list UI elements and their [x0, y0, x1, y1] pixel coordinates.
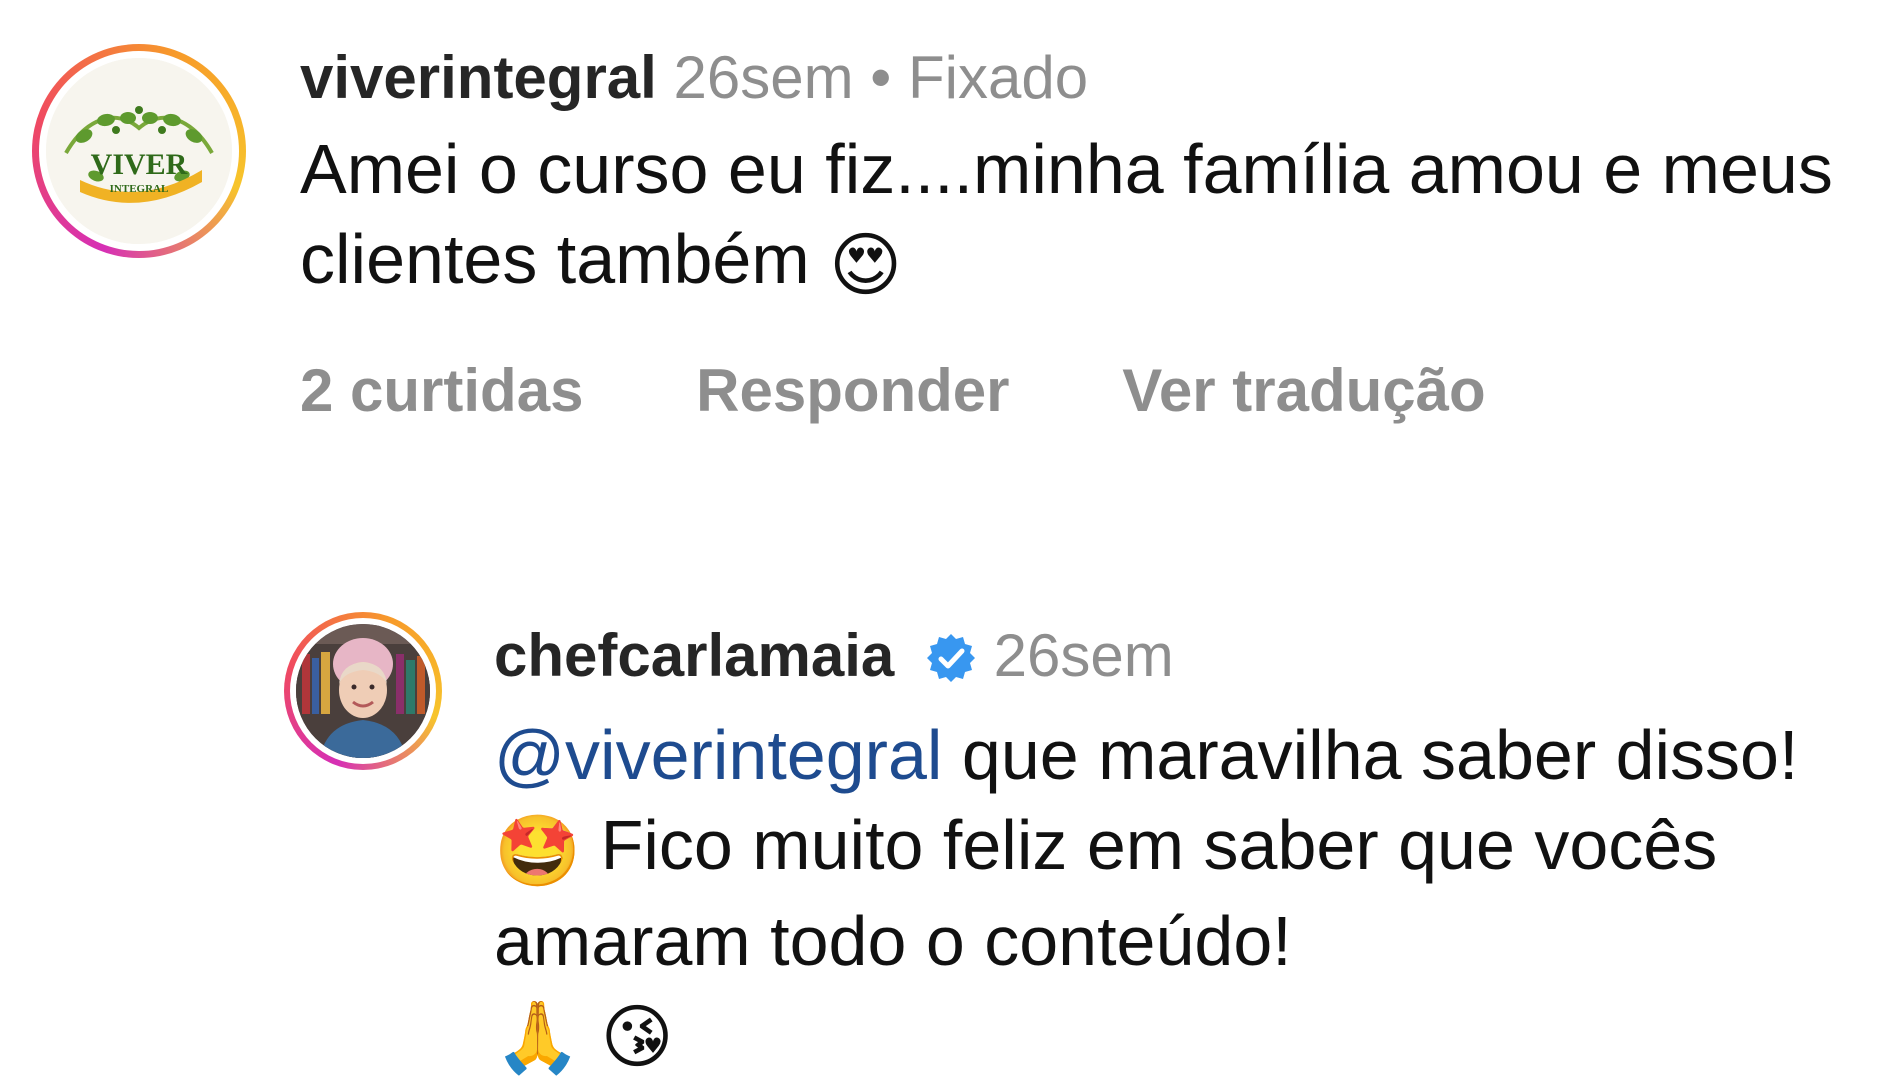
- comment-item: VIVER INTEGRAL viverintegral 26sem • Fix…: [0, 0, 1900, 500]
- comment-body: viverintegral 26sem • Fixado Amei o curs…: [300, 40, 1880, 425]
- avatar-border: VIVER INTEGRAL: [39, 51, 239, 251]
- avatar[interactable]: VIVER INTEGRAL: [46, 58, 232, 244]
- reply-text: @viverintegral que maravilha saber disso…: [494, 710, 1884, 1082]
- reply-text-part2: Fico muito feliz em saber que vocês amar…: [494, 806, 1718, 980]
- reply-button[interactable]: Responder: [696, 357, 1009, 424]
- avatar-story-ring[interactable]: [284, 612, 442, 770]
- comment-header: viverintegral 26sem • Fixado: [300, 40, 1880, 116]
- username[interactable]: viverintegral: [300, 44, 657, 111]
- profile-photo: [296, 624, 430, 758]
- logo-text: VIVER: [91, 148, 188, 181]
- reply-header: chefcarlamaia 26sem: [494, 618, 1884, 702]
- kissing-face-emoji-icon: 😘: [600, 996, 674, 1078]
- likes-count-button[interactable]: 2 curtidas: [300, 357, 583, 424]
- username[interactable]: chefcarlamaia: [494, 622, 894, 689]
- comment-text-content: Amei o curso eu fiz....minha família amo…: [300, 130, 1833, 298]
- avatar-story-ring[interactable]: VIVER INTEGRAL: [32, 44, 246, 258]
- reply-item: chefcarlamaia 26sem @viverintegral que m…: [0, 600, 1900, 1080]
- reply-text-part1: que maravilha saber disso!: [942, 716, 1799, 794]
- verified-badge-icon: [925, 626, 977, 702]
- avatar-border: [290, 618, 436, 764]
- reply-body: chefcarlamaia 26sem @viverintegral que m…: [494, 618, 1884, 1082]
- comment-text: Amei o curso eu fiz....minha família amo…: [300, 124, 1880, 310]
- pinned-label: Fixado: [907, 44, 1089, 111]
- see-translation-button[interactable]: Ver tradução: [1122, 357, 1486, 424]
- timestamp[interactable]: 26sem: [674, 44, 854, 111]
- logo-subtext: INTEGRAL: [110, 183, 169, 195]
- timestamp[interactable]: 26sem: [994, 622, 1174, 689]
- separator-dot: •: [870, 44, 892, 111]
- folded-hands-emoji-icon: 🙏: [494, 996, 582, 1078]
- viver-integral-logo: VIVER INTEGRAL: [46, 58, 232, 244]
- comment-actions: 2 curtidas Responder Ver tradução: [300, 356, 1880, 425]
- mention-link[interactable]: @viverintegral: [494, 716, 942, 794]
- avatar[interactable]: [296, 624, 430, 758]
- heart-eyes-emoji-icon: 😍: [829, 224, 903, 306]
- star-struck-emoji-icon: 🤩: [494, 810, 582, 892]
